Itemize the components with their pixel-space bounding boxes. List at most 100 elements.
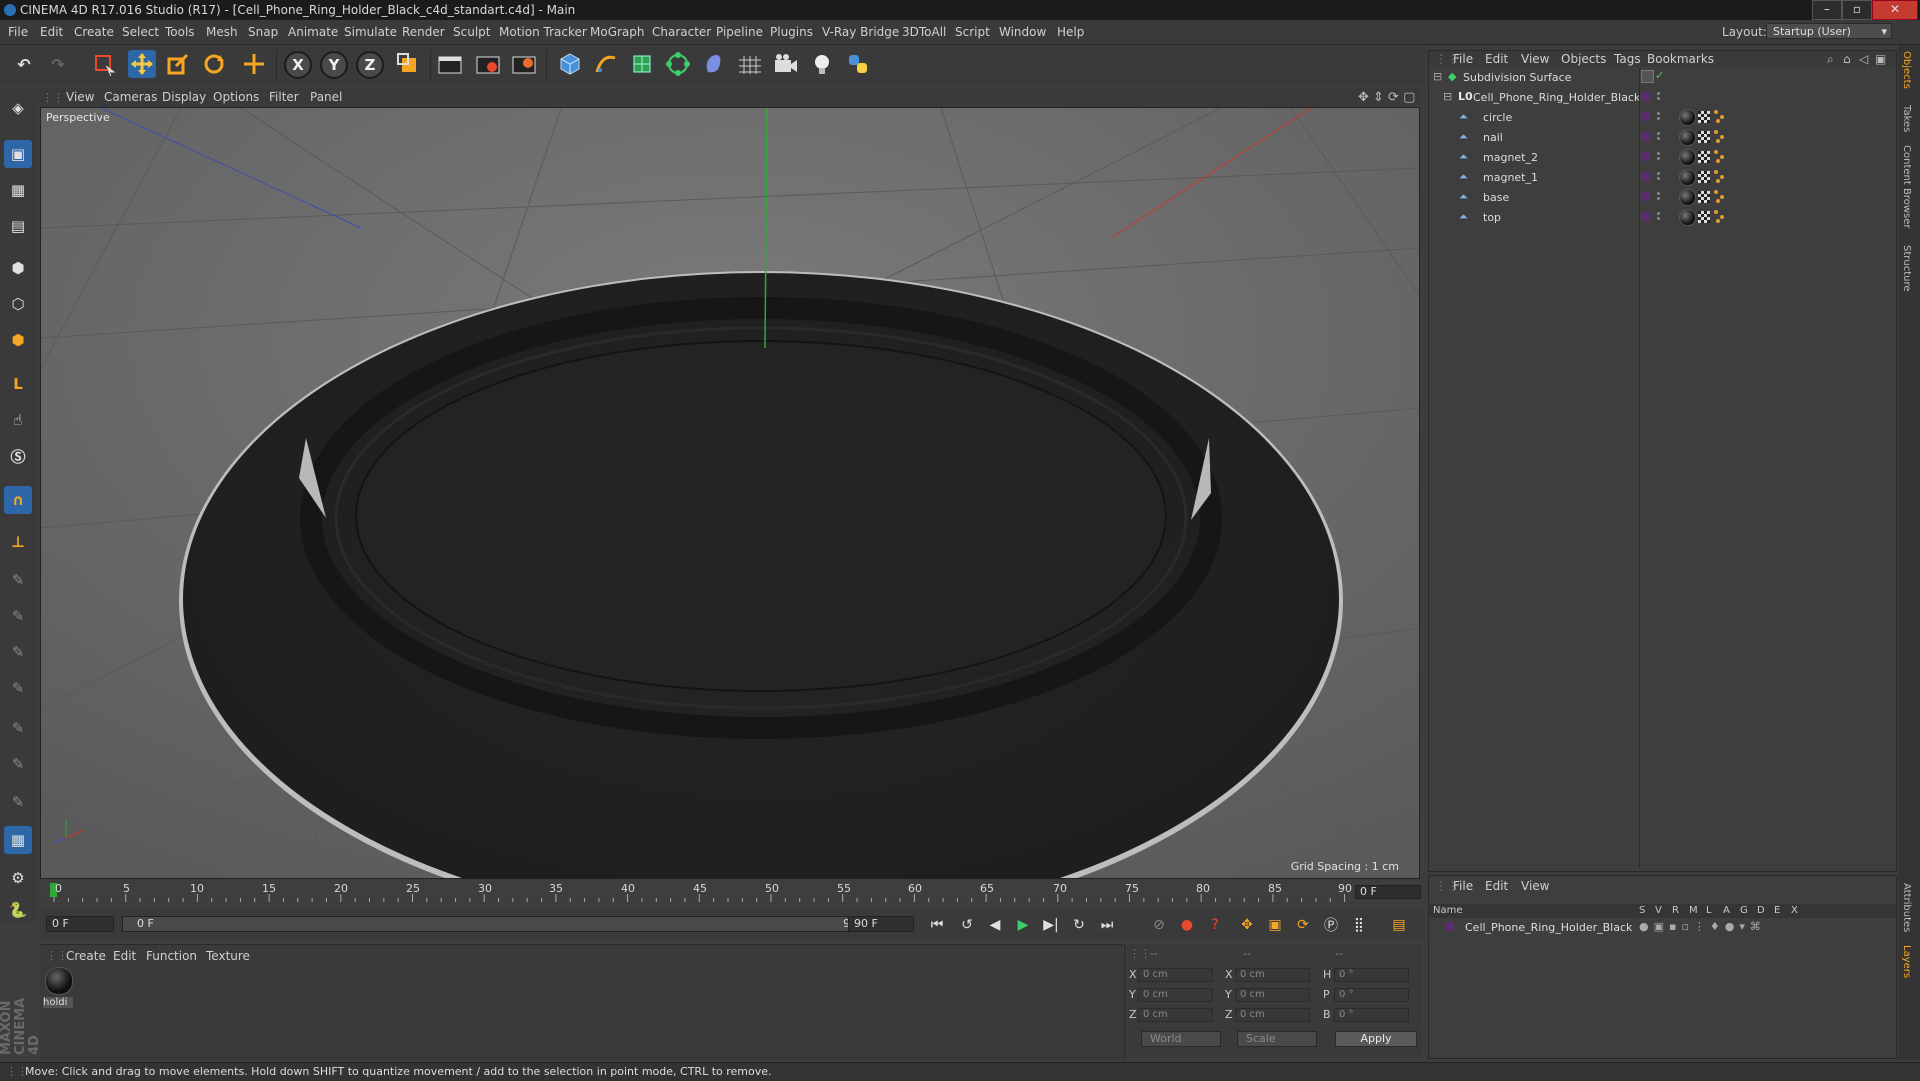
viewport-menu-filter[interactable]: Filter [269,90,299,104]
close-button[interactable]: ✕ [1872,0,1918,20]
tab-objects[interactable]: Objects [1901,51,1912,89]
obj-menu-edit[interactable]: Edit [1485,52,1508,66]
texture-mode-icon[interactable]: ▦ [4,176,32,204]
floor-icon[interactable] [736,50,764,78]
enabled-check-icon[interactable]: ✓ [1655,69,1664,82]
keyframe-selection-icon[interactable]: ? [1204,914,1226,936]
menu-render[interactable]: Render [402,25,445,39]
sculpt-flatten-icon[interactable]: ✎ [4,674,32,702]
scale-icon[interactable] [164,50,192,78]
viewport-nav-icons[interactable]: ✥ ⇕ ⟳ ▢ [1358,90,1415,105]
layer-color-swatch[interactable] [1445,922,1454,931]
key-rotation-icon[interactable]: ⟳ [1292,914,1314,936]
menu-snap[interactable]: Snap [248,25,278,39]
object-row-top[interactable]: ⏶ top [1429,208,1896,227]
coord-mode-dropdown[interactable]: World [1141,1031,1221,1047]
uvw-tag-icon[interactable] [1698,111,1710,123]
array-icon[interactable] [664,50,692,78]
maximize-button[interactable]: ▫ [1842,0,1872,20]
python-icon[interactable] [844,50,872,78]
viewport-menu-display[interactable]: Display [162,90,206,104]
key-position-icon[interactable]: ✥ [1236,914,1258,936]
menu-file[interactable]: File [8,25,28,39]
size-y-field[interactable]: 0 cm [1235,988,1310,1002]
start-frame-field[interactable]: 0 F [46,916,114,932]
layout-dropdown[interactable]: Startup (User) ▾ [1766,23,1892,39]
material-tag-icon[interactable] [1679,209,1696,226]
render-picture-viewer-icon[interactable] [474,50,502,78]
menu-select[interactable]: Select [122,25,159,39]
material-swatch[interactable] [45,967,73,995]
obj-menu-bookmarks[interactable]: Bookmarks [1647,52,1714,66]
key-pla-icon[interactable]: ⣿ [1348,914,1370,936]
deformer-icon[interactable] [700,50,728,78]
menu-create[interactable]: Create [74,25,114,39]
magnet-icon[interactable]: ∩ [4,486,32,514]
end-frame-field[interactable]: 90 F [848,916,914,932]
frame-range-slider[interactable]: 0 F 90 F [122,916,882,932]
uvw-tag-icon[interactable] [1698,191,1710,203]
object-name[interactable]: circle [1483,111,1512,124]
render-view-icon[interactable] [436,50,464,78]
menu-pipeline[interactable]: Pipeline [716,25,763,39]
obj-menu-view[interactable]: View [1521,52,1549,66]
record-keys-icon[interactable]: ⊘ [1148,914,1170,936]
object-row-magnet-2[interactable]: ⏶ magnet_2 [1429,148,1896,167]
material-tag-icon[interactable] [1679,149,1696,166]
menu-script[interactable]: Script [955,25,990,39]
menu-character[interactable]: Character [652,25,711,39]
spline-pen-icon[interactable] [592,50,620,78]
points-mode-icon[interactable]: ⬢ [4,254,32,282]
sculpt-smooth-icon[interactable]: ✎ [4,638,32,666]
menu-motion-tracker[interactable]: Motion Tracker [499,25,587,39]
rot-h-field[interactable]: 0 ° [1334,968,1409,982]
uvw-tag-icon[interactable] [1698,211,1710,223]
menu-mograph[interactable]: MoGraph [590,25,645,39]
key-scale-icon[interactable]: ▣ [1264,914,1286,936]
obj-menu-objects[interactable]: Objects [1561,52,1606,66]
pos-y-field[interactable]: 0 cm [1138,988,1213,1002]
light-icon[interactable] [808,50,836,78]
transform-icon[interactable] [240,50,268,78]
y-axis-icon[interactable]: Y [320,51,348,79]
material-menu-texture[interactable]: Texture [206,949,250,963]
snap-icon[interactable]: Ⓢ [4,442,32,470]
make-editable-icon[interactable]: ◈ [4,94,32,122]
obj-menu-file[interactable]: File [1453,52,1473,66]
menu-sculpt[interactable]: Sculpt [453,25,490,39]
tab-attributes[interactable]: Attributes [1901,883,1912,932]
menu-help[interactable]: Help [1057,25,1084,39]
z-axis-icon[interactable]: Z [356,51,384,79]
object-row-circle[interactable]: ⏶ circle [1429,108,1896,127]
move-icon[interactable] [128,50,156,78]
layer-color-box[interactable] [1641,70,1654,83]
tweak-mode-icon[interactable]: ☝ [4,406,32,434]
autokey-icon[interactable]: ● [1176,914,1198,936]
workplane-axis-icon[interactable]: ⊥ [4,528,32,556]
edit-render-settings-icon[interactable] [510,50,538,78]
previous-key-icon[interactable]: ↺ [956,914,978,936]
live-selection-icon[interactable] [90,50,118,78]
object-row-magnet-1[interactable]: ⏶ magnet_1 [1429,168,1896,187]
camera-icon[interactable] [772,50,800,78]
object-row-cell-phone-ring-holder[interactable]: ⊟ L0 Cell_Phone_Ring_Holder_Black [1429,88,1896,107]
sculpt-grab-icon[interactable]: ✎ [4,714,32,742]
menu-mesh[interactable]: Mesh [206,25,238,39]
timeline-icon[interactable]: ▤ [1388,914,1410,936]
sculpt-pull-icon[interactable]: ✎ [4,602,32,630]
menu-plugins[interactable]: Plugins [770,25,813,39]
python-script-icon[interactable]: 🐍 [4,896,32,924]
texture-tag-icon[interactable] [1714,170,1726,183]
object-row-subdivision-surface[interactable]: ⊟ ◆ Subdivision Surface ✓ [1429,68,1896,87]
object-row-nail[interactable]: ⏶ nail [1429,128,1896,147]
tab-takes[interactable]: Takes [1901,105,1912,132]
current-frame-field[interactable]: 0 F [1355,885,1421,899]
layer-row[interactable]: Cell_Phone_Ring_Holder_Black ●▣▪▫⋮♦●▾⌘ [1429,920,1896,936]
rotate-icon[interactable] [200,50,228,78]
workplane-icon[interactable]: ▤ [4,212,32,240]
menu-vray-bridge[interactable]: V-Ray Bridge [822,25,899,39]
object-name[interactable]: Subdivision Surface [1463,71,1571,84]
material-tag-icon[interactable] [1679,169,1696,186]
tab-layers[interactable]: Layers [1901,945,1912,978]
edges-mode-icon[interactable]: ⬡ [4,290,32,318]
